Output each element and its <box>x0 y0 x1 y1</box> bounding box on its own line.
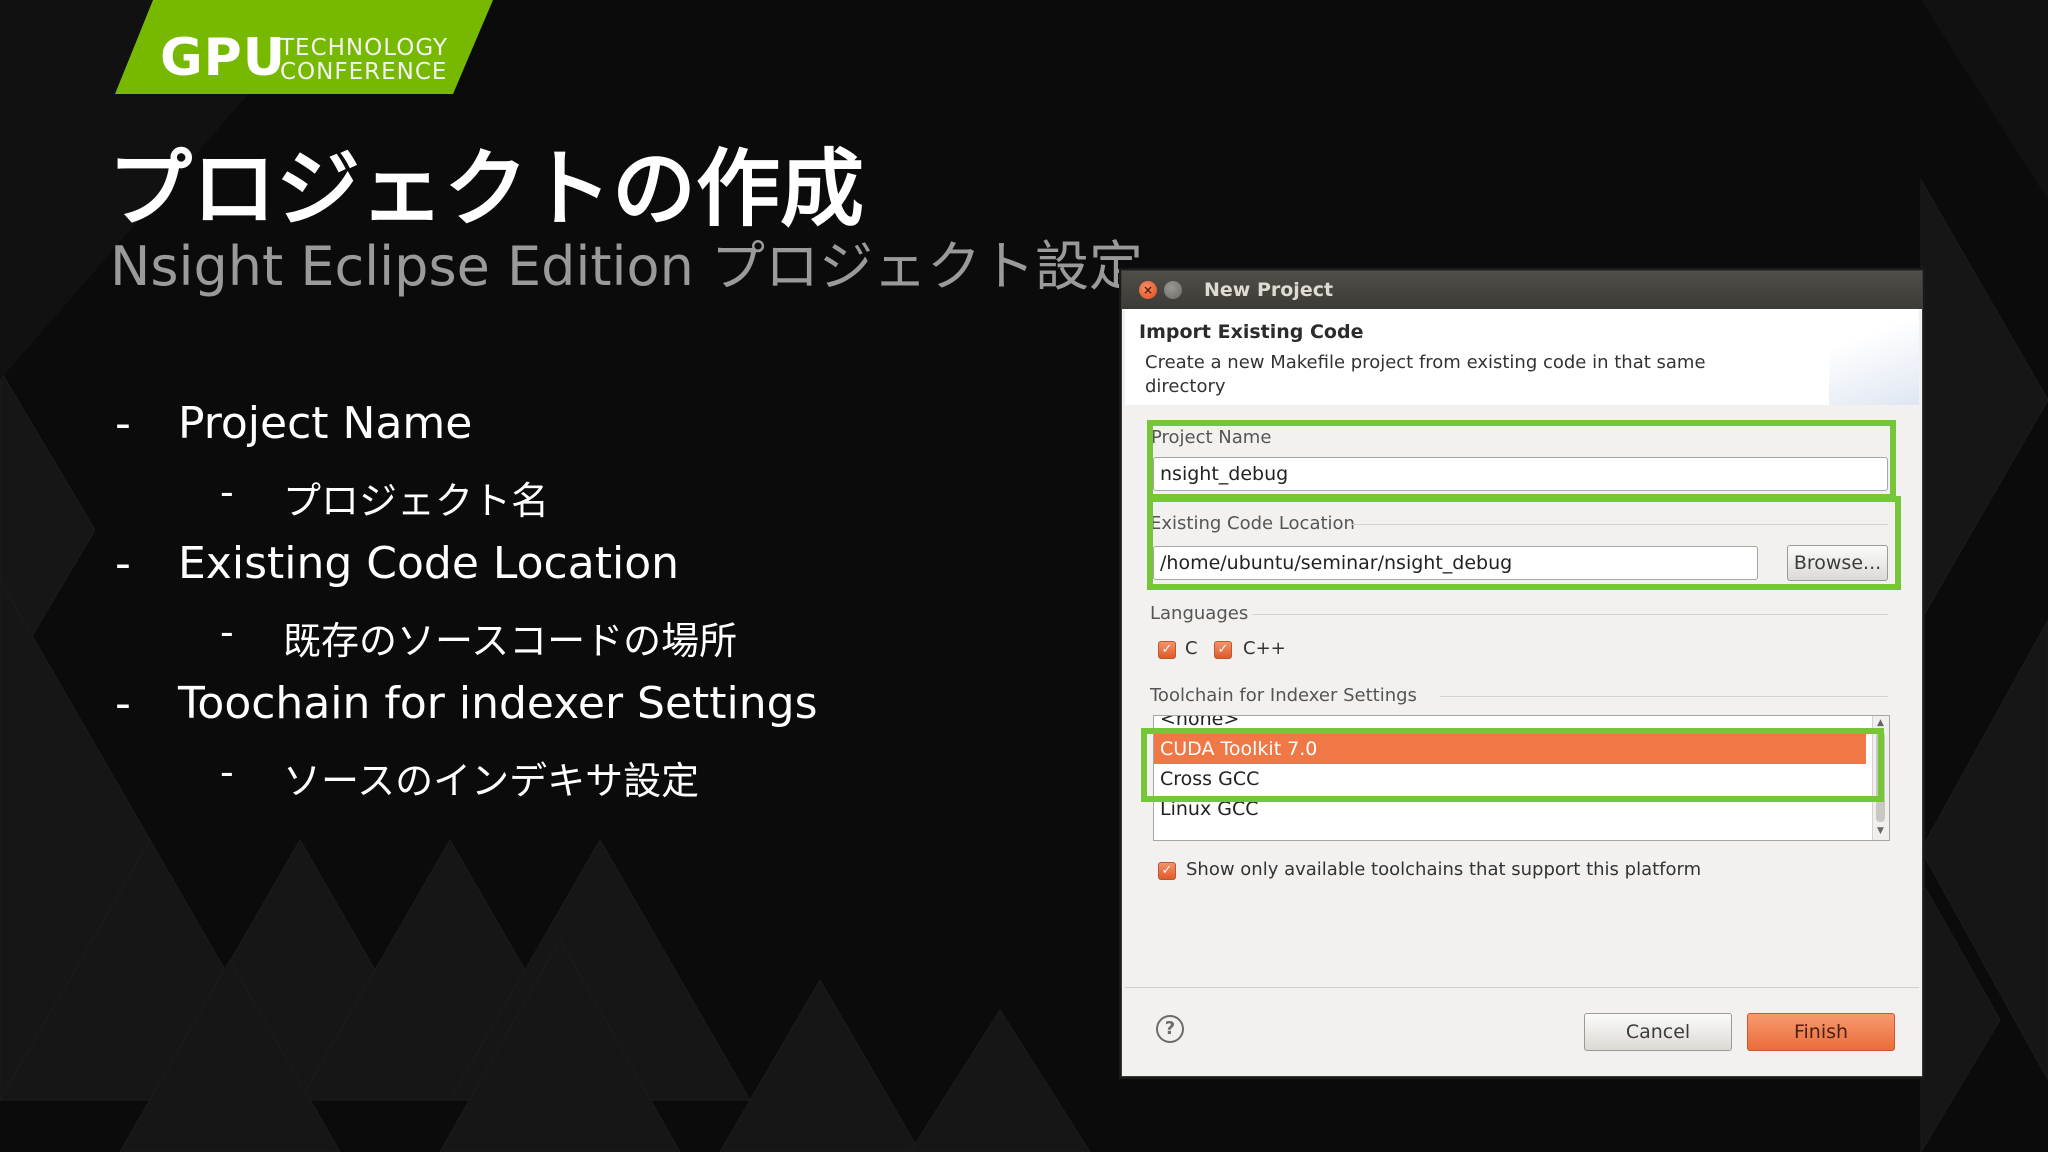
bullet-text: Existing Code Location <box>178 538 679 589</box>
scroll-down-icon[interactable]: ▼ <box>1875 826 1886 837</box>
bullet-dash: - <box>220 610 234 654</box>
cancel-button[interactable]: Cancel <box>1584 1013 1732 1051</box>
bullet-dash: - <box>115 538 131 589</box>
logo-technology-text: TECHNOLOGY <box>280 35 449 61</box>
dialog-titlebar[interactable]: × New Project <box>1122 271 1922 309</box>
bullet-dash: - <box>115 678 131 729</box>
bullet-text: 既存のソースコードの場所 <box>283 619 738 663</box>
group-separator <box>1252 614 1888 615</box>
group-separator <box>1440 696 1888 697</box>
wizard-header-title: Import Existing Code <box>1139 321 1364 343</box>
header-banner-graphic <box>1829 309 1919 405</box>
language-cpp-label: C++ <box>1243 638 1286 659</box>
minimize-icon[interactable] <box>1164 281 1182 299</box>
language-c-checkbox[interactable]: ✓ <box>1158 641 1176 659</box>
show-only-available-label: Show only available toolchains that supp… <box>1186 859 1702 880</box>
logo-gpu-text: GPU <box>160 28 287 88</box>
help-icon[interactable]: ? <box>1156 1015 1184 1043</box>
wizard-header-description: Create a new Makefile project from exist… <box>1145 352 1706 397</box>
logo-conference-text: CONFERENCE <box>280 59 448 85</box>
bullet-dash: - <box>115 398 131 449</box>
wizard-header: Import Existing Code Create a new Makefi… <box>1125 309 1919 405</box>
highlight-existing-code-location <box>1147 496 1901 590</box>
languages-label: Languages <box>1150 603 1249 624</box>
bullet-text: Toochain for indexer Settings <box>178 678 818 729</box>
show-only-available-checkbox[interactable]: ✓ <box>1158 862 1176 880</box>
bullet-dash: - <box>220 470 234 514</box>
bullet-text: ソースのインデキサ設定 <box>283 759 700 803</box>
language-cpp-checkbox[interactable]: ✓ <box>1214 641 1232 659</box>
close-icon[interactable]: × <box>1139 281 1157 299</box>
slide-subtitle: Nsight Eclipse Edition プロジェクト設定 <box>110 235 1143 298</box>
dialog-title: New Project <box>1204 279 1334 301</box>
gtc-logo: GPU TECHNOLOGY CONFERENCE <box>115 0 505 94</box>
new-project-dialog: × New Project Import Existing Code Creat… <box>1121 270 1923 1077</box>
toolchain-label: Toolchain for Indexer Settings <box>1150 685 1417 706</box>
bullet-text: プロジェクト名 <box>283 479 550 523</box>
finish-button[interactable]: Finish <box>1747 1013 1895 1051</box>
highlight-toolchain-selection <box>1141 728 1884 802</box>
language-c-label: C <box>1185 638 1198 659</box>
highlight-project-name <box>1147 420 1896 500</box>
bullet-text: Project Name <box>178 398 473 449</box>
bullet-dash: - <box>220 750 234 794</box>
footer-separator <box>1125 987 1919 988</box>
